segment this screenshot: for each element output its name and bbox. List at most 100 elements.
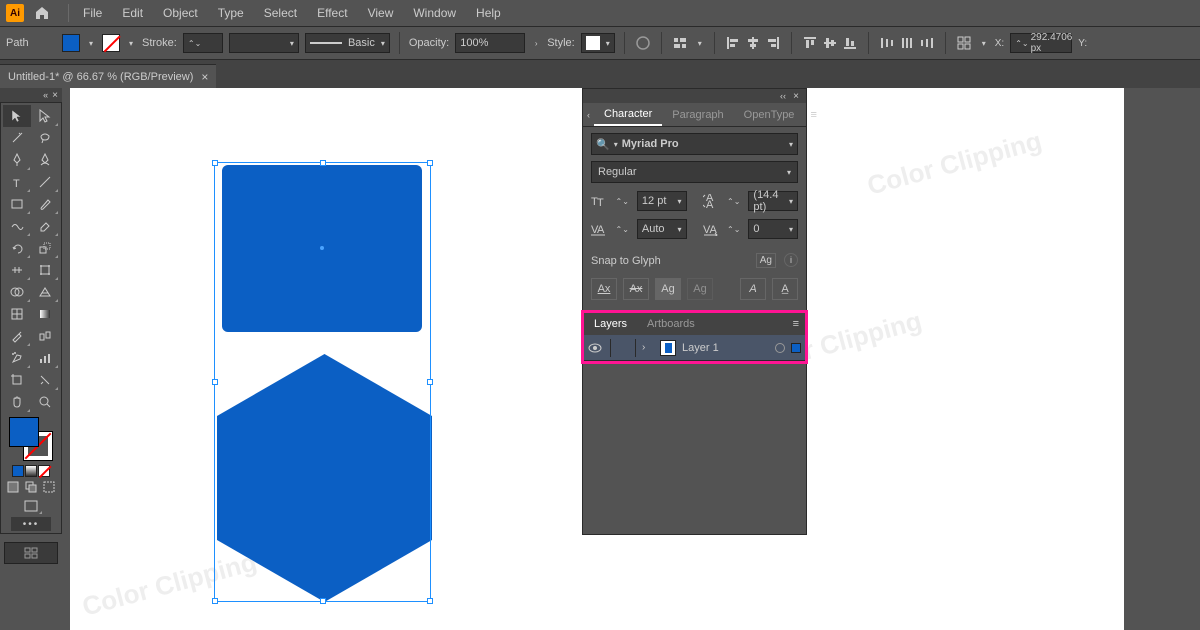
- layer-selection-indicator[interactable]: [791, 343, 801, 353]
- panel-titlebar[interactable]: ‹‹ ×: [583, 89, 806, 103]
- font-family-select[interactable]: 🔍 ▾ Myriad Pro ▾: [591, 133, 798, 155]
- align-top-icon[interactable]: [801, 34, 819, 52]
- opacity-input[interactable]: 100%: [455, 33, 525, 53]
- lasso-tool[interactable]: [31, 127, 59, 149]
- selection-bounding-box[interactable]: [214, 162, 431, 602]
- shape-builder-tool[interactable]: [3, 281, 31, 303]
- line-tool[interactable]: [31, 171, 59, 193]
- menu-edit[interactable]: Edit: [112, 2, 153, 24]
- draw-normal-icon[interactable]: [4, 479, 22, 495]
- stroke-profile-select[interactable]: Basic ▾: [305, 33, 390, 53]
- home-icon[interactable]: [32, 3, 52, 23]
- x-input[interactable]: ⌃⌄292.4706 px: [1010, 33, 1072, 53]
- align-right-icon[interactable]: [764, 34, 782, 52]
- stroke-weight-input[interactable]: ⌃⌄: [183, 33, 223, 53]
- color-mode-gradient[interactable]: [25, 465, 37, 477]
- tab-character[interactable]: Character: [594, 103, 662, 126]
- distribute-hcenter-icon[interactable]: [898, 34, 916, 52]
- magic-wand-tool[interactable]: [3, 127, 31, 149]
- layer-visibility-icon[interactable]: [588, 343, 604, 353]
- direct-selection-tool[interactable]: [31, 105, 59, 127]
- layer-row[interactable]: › Layer 1: [584, 335, 805, 361]
- menu-view[interactable]: View: [358, 2, 404, 24]
- artboard-tool[interactable]: [3, 369, 31, 391]
- edit-tools-button[interactable]: [4, 542, 58, 564]
- distribute-hright-icon[interactable]: [918, 34, 936, 52]
- document-tab[interactable]: Untitled-1* @ 66.67 % (RGB/Preview) ×: [0, 64, 216, 88]
- color-mode-solid[interactable]: [12, 465, 24, 477]
- align-left-icon[interactable]: [724, 34, 742, 52]
- transform-dropdown[interactable]: ▾: [979, 36, 989, 50]
- menu-window[interactable]: Window: [403, 2, 466, 24]
- tab-opentype[interactable]: OpenType: [734, 103, 805, 126]
- symbol-sprayer-tool[interactable]: [3, 347, 31, 369]
- transform-panel-icon[interactable]: [955, 34, 973, 52]
- glyph-baseline-icon[interactable]: Ax: [591, 278, 617, 300]
- stroke-type-select[interactable]: ▾: [229, 33, 299, 53]
- distribute-hleft-icon[interactable]: [878, 34, 896, 52]
- layer-target-icon[interactable]: [775, 343, 785, 353]
- menu-object[interactable]: Object: [153, 2, 208, 24]
- paintbrush-tool[interactable]: [31, 193, 59, 215]
- width-tool[interactable]: [3, 259, 31, 281]
- menu-effect[interactable]: Effect: [307, 2, 357, 24]
- kerning-input[interactable]: Auto▾: [637, 219, 687, 239]
- fill-swatch[interactable]: [62, 34, 80, 52]
- mesh-tool[interactable]: [3, 303, 31, 325]
- panel-menu-icon[interactable]: ≡: [804, 109, 822, 121]
- menu-help[interactable]: Help: [466, 2, 511, 24]
- align-bottom-icon[interactable]: [841, 34, 859, 52]
- menu-select[interactable]: Select: [254, 2, 307, 24]
- align-panel-dropdown[interactable]: ▾: [695, 36, 705, 50]
- panel-close-icon[interactable]: ×: [790, 90, 802, 102]
- tab-artboards[interactable]: Artboards: [637, 313, 705, 335]
- selection-tool[interactable]: [3, 105, 31, 127]
- opacity-dropdown-icon[interactable]: ›: [531, 36, 541, 50]
- eyedropper-tool[interactable]: [3, 325, 31, 347]
- font-style-select[interactable]: Regular ▾: [591, 161, 798, 183]
- curvature-tool[interactable]: [31, 149, 59, 171]
- perspective-tool[interactable]: [31, 281, 59, 303]
- type-tool[interactable]: T: [3, 171, 31, 193]
- gradient-tool[interactable]: [31, 303, 59, 325]
- canvas-area[interactable]: Color Clipping Color Clipping Color Clip…: [64, 88, 1200, 630]
- glyph-angular-icon[interactable]: A: [740, 278, 766, 300]
- font-style-dropdown-icon[interactable]: ▾: [787, 168, 791, 177]
- snap-glyph-icon[interactable]: Ag: [756, 253, 776, 268]
- fill-stroke-controls[interactable]: [9, 417, 53, 461]
- shaper-tool[interactable]: [3, 215, 31, 237]
- draw-inside-icon[interactable]: [40, 479, 58, 495]
- recolor-icon[interactable]: [634, 34, 652, 52]
- align-hcenter-icon[interactable]: [744, 34, 762, 52]
- layer-name[interactable]: Layer 1: [682, 342, 769, 354]
- font-size-input[interactable]: 12 pt▾: [637, 191, 687, 211]
- snap-info-icon[interactable]: i: [784, 253, 798, 267]
- stroke-swatch[interactable]: [102, 34, 120, 52]
- layers-menu-icon[interactable]: ≡: [787, 318, 805, 330]
- edit-toolbar-button[interactable]: •••: [11, 517, 51, 531]
- screen-mode-icon[interactable]: [19, 497, 43, 515]
- tool-close-icon[interactable]: ×: [52, 90, 58, 101]
- leading-input[interactable]: (14.4 pt)▾: [748, 191, 798, 211]
- menu-type[interactable]: Type: [208, 2, 254, 24]
- fill-dropdown-icon[interactable]: ▾: [86, 36, 96, 50]
- font-filter-dropdown-icon[interactable]: ▾: [614, 140, 618, 149]
- zoom-tool[interactable]: [31, 391, 59, 413]
- draw-behind-icon[interactable]: [22, 479, 40, 495]
- free-transform-tool[interactable]: [31, 259, 59, 281]
- glyph-anchor-icon[interactable]: A̲: [772, 278, 798, 300]
- glyph-proximity-icon[interactable]: Ag: [687, 278, 713, 300]
- tab-paragraph[interactable]: Paragraph: [662, 103, 733, 126]
- glyph-bounds-icon[interactable]: Ag: [655, 278, 681, 300]
- slice-tool[interactable]: [31, 369, 59, 391]
- panel-flyout-icon[interactable]: ‹: [583, 110, 594, 120]
- style-select[interactable]: ▾: [581, 33, 615, 53]
- tab-close-icon[interactable]: ×: [201, 70, 208, 84]
- align-vcenter-icon[interactable]: [821, 34, 839, 52]
- tool-collapse-icon[interactable]: «: [43, 90, 48, 100]
- font-family-dropdown-icon[interactable]: ▾: [789, 140, 793, 149]
- tab-layers[interactable]: Layers: [584, 313, 637, 335]
- eraser-tool[interactable]: [31, 215, 59, 237]
- graph-tool[interactable]: [31, 347, 59, 369]
- panel-collapse-icon[interactable]: ‹‹: [780, 91, 786, 101]
